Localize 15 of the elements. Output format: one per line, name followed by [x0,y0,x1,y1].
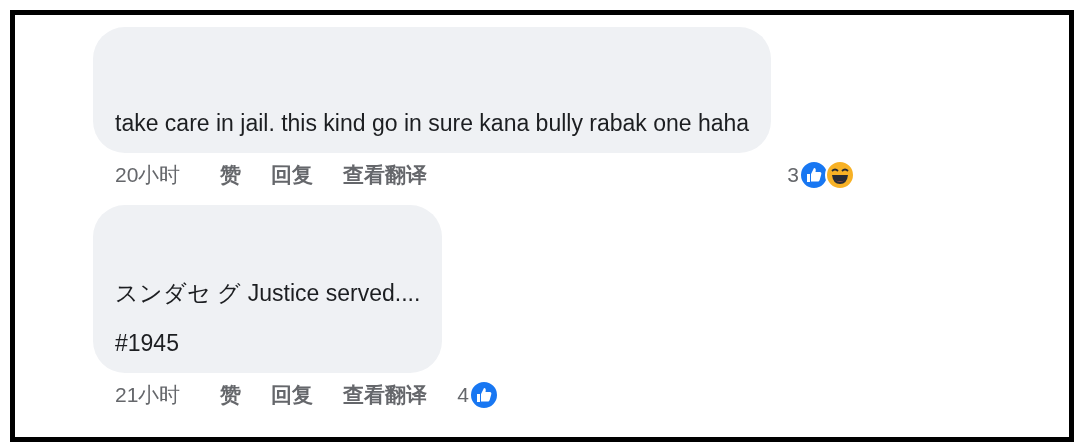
comment-action-link[interactable]: 查看翻译 [343,379,428,411]
comment-text: take care in jail. this kind go in sure kana bully rabak one haha [115,109,750,137]
comment-text: スンダセ グ Justice served.... [115,279,421,307]
comment-text: #1945 [115,329,180,357]
comment-action-link[interactable]: 回复 [271,159,314,191]
comment-action-link[interactable]: 查看翻译 [343,159,428,191]
comment-action-link[interactable]: 赞 [220,379,242,411]
reaction-count: 3 [787,162,800,189]
comment-action-link[interactable]: 回复 [271,379,314,411]
comment-time: 21小时 [115,382,181,409]
reaction-count: 4 [457,382,470,409]
comment-action-link[interactable]: 赞 [220,159,242,191]
comment-time: 20小时 [115,162,181,189]
laughing-emoji-icon [825,160,856,190]
like-icon [469,380,500,410]
